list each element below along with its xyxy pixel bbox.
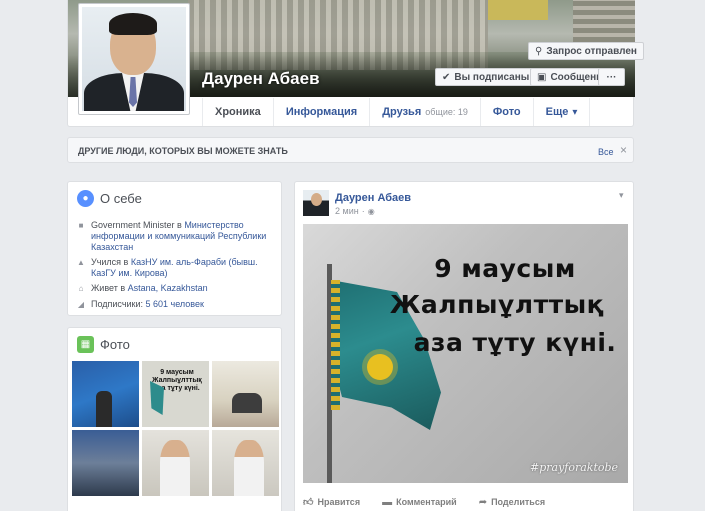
- about-row-education: ▲ Учился в КазНУ им. аль-Фараби (бывш. К…: [77, 257, 277, 279]
- like-label: Нравится: [317, 497, 361, 507]
- profile-picture[interactable]: [78, 3, 190, 115]
- location-link[interactable]: Astana, Kazakhstan: [128, 283, 208, 293]
- tab-more[interactable]: Еще ▾: [532, 98, 591, 126]
- share-label: Поделиться: [491, 497, 546, 507]
- location-prefix: Живет в: [91, 283, 128, 293]
- briefcase-icon: ■: [78, 221, 84, 230]
- photo-thumbnail[interactable]: [72, 361, 139, 427]
- post-author-avatar[interactable]: [303, 190, 329, 216]
- share-icon: ➦: [478, 496, 488, 508]
- message-icon: ▣: [537, 71, 547, 83]
- comment-icon: ▬: [382, 496, 393, 508]
- tab-friends-label: Друзья: [382, 106, 422, 118]
- about-row-work: ■ Government Minister в Министерство инф…: [77, 220, 277, 253]
- rss-icon: ◢: [77, 300, 85, 309]
- about-title[interactable]: О себе: [100, 191, 142, 206]
- photo-thumbnail[interactable]: [212, 361, 279, 427]
- more-options-label: ···: [606, 71, 617, 83]
- post-meta: 2 мин · ◉: [335, 206, 375, 216]
- photo-grid: 9 маусым Жалпыұлттық аза тұту күні.: [72, 361, 280, 496]
- person-add-icon: ⚲: [535, 45, 543, 57]
- flag-ornament: [331, 280, 340, 410]
- photos-title[interactable]: Фото: [100, 337, 130, 352]
- tab-about[interactable]: Информация: [272, 98, 369, 126]
- tab-about-label: Информация: [285, 106, 358, 118]
- pymk-title: ДРУГИЕ ЛЮДИ, КОТОРЫХ ВЫ МОЖЕТЕ ЗНАТЬ: [78, 146, 288, 156]
- tab-timeline-label: Хроника: [215, 106, 261, 118]
- share-button[interactable]: ➦ Поделиться: [479, 496, 545, 508]
- timeline-post: Даурен Абаев 2 мин · ◉ ▾ 9 маусым Жалпыұ…: [294, 181, 634, 511]
- more-options-button[interactable]: ···: [598, 68, 625, 86]
- mutual-friends-count: общие: 19: [425, 107, 468, 117]
- chevron-down-icon: ▾: [572, 106, 578, 118]
- comment-button[interactable]: ▬ Комментарий: [382, 496, 457, 508]
- chevron-down-icon[interactable]: ▾: [619, 190, 624, 201]
- photo-thumbnail[interactable]: [212, 430, 279, 496]
- close-icon[interactable]: ×: [620, 143, 627, 157]
- profile-header: Даурен Абаев ⚲ Запрос отправлен ✔ Вы под…: [67, 0, 644, 127]
- about-card: ● О себе ■ Government Minister в Министе…: [67, 181, 282, 316]
- photo-thumbnail[interactable]: 9 маусым Жалпыұлттық аза тұту күні.: [142, 361, 209, 427]
- work-prefix: Government Minister в: [91, 220, 185, 230]
- profile-tabs: Хроника Информация Друзья общие: 19 Фото …: [202, 98, 591, 126]
- flag-sun: [367, 354, 393, 380]
- graduation-cap-icon: ▲: [77, 258, 85, 267]
- tab-more-label: Еще: [545, 106, 569, 118]
- photo-thumbnail-text: 9 маусым Жалпыұлттық аза тұту күні.: [152, 369, 202, 392]
- people-you-may-know: ДРУГИЕ ЛЮДИ, КОТОРЫХ ВЫ МОЖЕТЕ ЗНАТЬ Все…: [67, 137, 634, 163]
- checkmark-icon: ✔: [442, 71, 451, 83]
- friend-request-sent-button[interactable]: ⚲ Запрос отправлен: [528, 42, 644, 60]
- tab-timeline[interactable]: Хроника: [202, 98, 273, 126]
- followers-link[interactable]: 5 601 человек: [146, 299, 204, 309]
- following-label: Вы подписаны: [454, 71, 530, 83]
- home-icon: ⌂: [78, 284, 84, 293]
- tab-friends[interactable]: Друзья общие: 19: [369, 98, 480, 126]
- request-sent-label: Запрос отправлен: [546, 45, 637, 57]
- tab-photos[interactable]: Фото: [479, 98, 533, 126]
- profile-name[interactable]: Даурен Абаев: [202, 69, 320, 89]
- education-prefix: Учился в: [91, 257, 131, 267]
- photo-icon: ▦: [77, 336, 94, 353]
- following-button[interactable]: ✔ Вы подписаны ▾: [435, 68, 546, 86]
- post-image[interactable]: 9 маусым Жалпыұлттық аза тұту күні. #pra…: [303, 224, 628, 483]
- thumbs-up-icon: 👍︎: [303, 497, 314, 508]
- post-actions: 👍︎ Нравится ▬ Комментарий ➦ Поделиться: [303, 496, 545, 509]
- followers-prefix: Подписчики:: [91, 299, 146, 309]
- photo-thumbnail[interactable]: [72, 430, 139, 496]
- comment-label: Комментарий: [396, 497, 457, 507]
- post-image-hashtag: #prayforaktobe: [530, 461, 619, 474]
- post-image-text-line: 9 маусым: [434, 254, 576, 283]
- like-button[interactable]: 👍︎ Нравится: [303, 496, 360, 508]
- about-row-location: ⌂ Живет в Astana, Kazakhstan: [77, 283, 277, 294]
- post-author-name[interactable]: Даурен Абаев: [335, 192, 411, 204]
- pymk-see-all-link[interactable]: Все: [598, 147, 614, 157]
- info-icon: ●: [77, 190, 94, 207]
- about-row-followers: ◢ Подписчики: 5 601 человек: [77, 299, 277, 310]
- post-image-text-line: аза тұту күні.: [413, 328, 617, 357]
- tab-photos-label: Фото: [492, 106, 521, 118]
- post-image-text-line: Жалпыұлттық: [389, 290, 605, 319]
- photo-thumbnail[interactable]: [142, 430, 209, 496]
- globe-icon: ◉: [367, 206, 375, 216]
- post-timestamp[interactable]: 2 мин: [335, 206, 359, 216]
- photos-card: ▦ Фото 9 маусым Жалпыұлттық аза тұту күн…: [67, 327, 282, 511]
